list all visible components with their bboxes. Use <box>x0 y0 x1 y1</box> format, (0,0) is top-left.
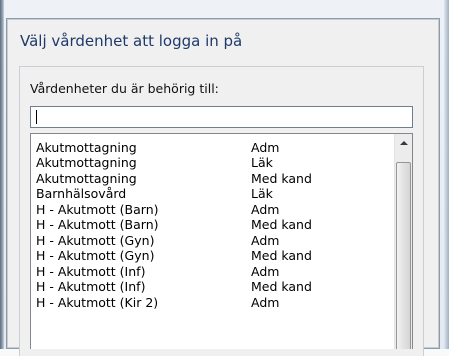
list-scrollbar[interactable] <box>394 134 412 349</box>
text-caret <box>36 110 37 124</box>
unit-name: H - Akutmott (Inf) <box>36 263 146 279</box>
list-item[interactable]: H - Akutmott (Barn) Med kand <box>31 217 393 232</box>
unit-role: Adm <box>251 201 280 217</box>
list-item[interactable]: H - Akutmott (Barn) Adm <box>31 202 393 217</box>
unit-name: Akutmottagning <box>36 170 137 186</box>
list-item[interactable]: Akutmottagning Med kand <box>31 171 393 186</box>
unit-search-input[interactable] <box>30 106 413 128</box>
list-item[interactable]: H - Akutmott (Gyn) Med kand <box>31 248 393 263</box>
unit-name: H - Akutmott (Barn) <box>36 217 159 233</box>
window-right-edge <box>444 0 449 349</box>
list-item[interactable]: H - Akutmott (Inf) Adm <box>31 264 393 279</box>
unit-name: H - Akutmott (Gyn) <box>36 232 155 248</box>
unit-name: H - Akutmott (Kir 2) <box>36 294 159 310</box>
unit-role: Med kand <box>251 279 312 295</box>
list-label: Vårdenheter du är behörig till: <box>30 81 219 96</box>
window-left-edge <box>0 0 4 349</box>
unit-role: Adm <box>251 294 280 310</box>
unit-role: Läk <box>251 186 273 202</box>
list-item[interactable]: H - Akutmott (Gyn) Adm <box>31 233 393 248</box>
unit-name: Akutmottagning <box>36 155 137 171</box>
list-item[interactable]: H - Akutmott (Kir 2) Adm <box>31 295 393 310</box>
list-item[interactable]: Barnhälsovård Läk <box>31 186 393 201</box>
unit-role: Adm <box>251 263 280 279</box>
unit-role: Med kand <box>251 248 312 264</box>
unit-name: H - Akutmott (Barn) <box>36 201 159 217</box>
unit-role: Med kand <box>251 170 312 186</box>
scroll-thumb[interactable] <box>396 162 411 349</box>
unit-role: Adm <box>251 140 280 155</box>
unit-role: Läk <box>251 155 273 171</box>
unit-name: Barnhälsovård <box>36 186 127 202</box>
unit-name: Akutmottagning <box>36 140 137 155</box>
unit-list[interactable]: H - Akutmott (Kir 2) Adm H - Akutmott (Inf… <box>30 133 413 349</box>
unit-name: H - Akutmott (Inf) <box>36 279 146 295</box>
unit-role: Adm <box>251 232 280 248</box>
dialog-title: Välj vårdenhet att logga in på <box>20 32 243 50</box>
scroll-up-icon[interactable] <box>395 134 412 151</box>
unit-name: H - Akutmott (Gyn) <box>36 248 155 264</box>
list-item[interactable]: Akutmottagning Läk <box>31 155 393 170</box>
list-item[interactable]: H - Akutmott (Inf) Med kand <box>31 279 393 294</box>
unit-role: Med kand <box>251 217 312 233</box>
list-item[interactable]: Akutmottagning Adm <box>31 140 393 155</box>
